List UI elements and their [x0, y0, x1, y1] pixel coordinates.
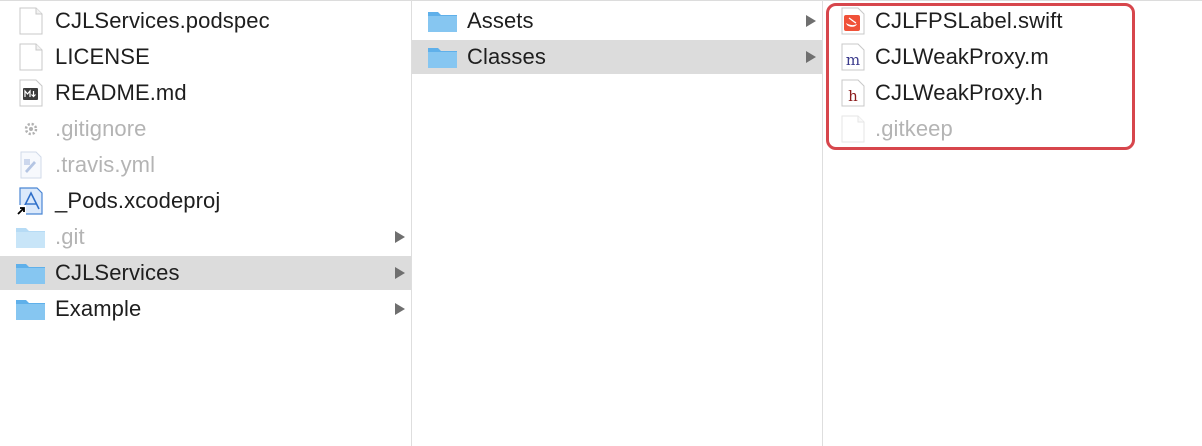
- disclosure-arrow-icon: [395, 231, 405, 243]
- file-label: README.md: [55, 80, 187, 105]
- file-label: .gitignore: [55, 116, 147, 141]
- folder-icon: [14, 295, 48, 323]
- file-label: _Pods.xcodeproj: [55, 188, 221, 213]
- finder-column-browser: CJLServices.podspec LICENSE README.md .g…: [0, 0, 1202, 446]
- disclosure-arrow-icon: [806, 15, 816, 27]
- folder-icon: [426, 7, 460, 35]
- folder-label: Assets: [467, 8, 534, 33]
- file-row-travis[interactable]: .travis.yml: [0, 148, 411, 182]
- file-row-readme[interactable]: README.md: [0, 76, 411, 110]
- markdown-file-icon: [14, 79, 48, 107]
- folder-icon: [14, 259, 48, 287]
- folder-icon: [426, 43, 460, 71]
- disclosure-arrow-icon: [395, 303, 405, 315]
- document-icon: [14, 43, 48, 71]
- column-cjlservices: Assets Classes: [412, 0, 822, 446]
- yaml-file-icon: [14, 151, 48, 179]
- file-label: .travis.yml: [55, 152, 156, 177]
- column-root: CJLServices.podspec LICENSE README.md .g…: [0, 0, 411, 446]
- file-row-pods-xcodeproj[interactable]: _Pods.xcodeproj: [0, 184, 411, 218]
- folder-row-cjlservices[interactable]: CJLServices: [0, 256, 411, 290]
- file-row-license[interactable]: LICENSE: [0, 40, 411, 74]
- folder-label: Example: [55, 296, 142, 321]
- document-icon: [14, 7, 48, 35]
- folder-label: Classes: [467, 44, 546, 69]
- gear-file-icon: [14, 115, 48, 143]
- file-label: CJLServices.podspec: [55, 8, 270, 33]
- folder-icon: [14, 223, 48, 251]
- folder-row-classes[interactable]: Classes: [412, 40, 822, 74]
- file-row-podspec[interactable]: CJLServices.podspec: [0, 4, 411, 38]
- xcode-project-alias-icon: [14, 187, 48, 215]
- file-label: LICENSE: [55, 44, 150, 69]
- file-row-gitignore[interactable]: .gitignore: [0, 112, 411, 146]
- disclosure-arrow-icon: [806, 51, 816, 63]
- folder-row-example[interactable]: Example: [0, 292, 411, 326]
- folder-label: CJLServices: [55, 260, 180, 285]
- folder-label: .git: [55, 224, 85, 249]
- folder-row-git[interactable]: .git: [0, 220, 411, 254]
- disclosure-arrow-icon: [395, 267, 405, 279]
- folder-row-assets[interactable]: Assets: [412, 4, 822, 38]
- highlight-annotation-box: [826, 3, 1135, 150]
